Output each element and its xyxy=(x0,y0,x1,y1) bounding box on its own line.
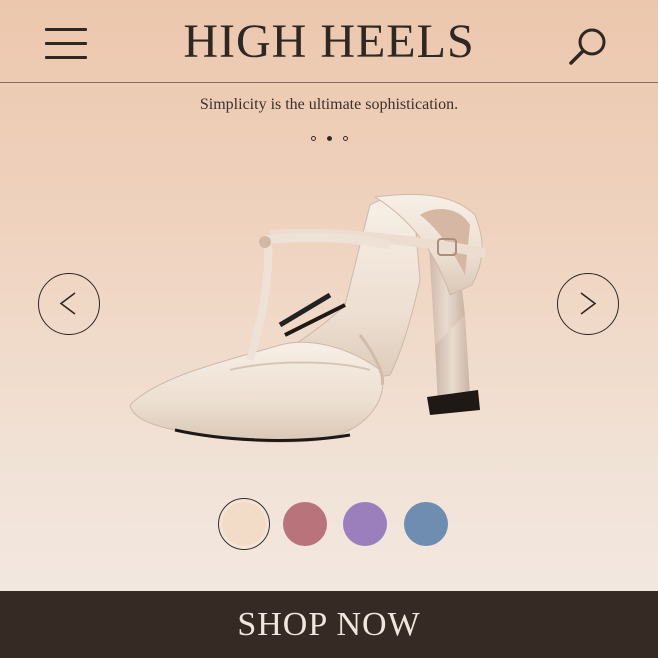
color-swatch-cream[interactable] xyxy=(222,502,266,546)
product-image-high-heels xyxy=(129,193,486,443)
app-header: HIGH HEELS xyxy=(0,0,658,83)
color-swatch-rose[interactable] xyxy=(283,502,327,546)
chevron-right-icon xyxy=(580,292,597,315)
shop-now-button[interactable]: SHOP NOW xyxy=(0,591,658,658)
tagline: Simplicity is the ultimate sophisticatio… xyxy=(199,96,459,113)
next-slide-button[interactable] xyxy=(557,273,619,335)
carousel-dot-2[interactable] xyxy=(326,136,332,141)
carousel-dot-1[interactable] xyxy=(310,136,316,141)
shop-now-label: SHOP NOW xyxy=(237,605,421,643)
previous-slide-button[interactable] xyxy=(38,273,100,335)
carousel-indicators xyxy=(0,136,658,141)
carousel-dot-3[interactable] xyxy=(342,136,348,141)
chevron-left-icon xyxy=(59,292,76,315)
search-icon[interactable] xyxy=(566,26,610,66)
color-swatch-lavender[interactable] xyxy=(343,502,387,546)
color-swatch-blue[interactable] xyxy=(404,502,448,546)
page-title: HIGH HEELS xyxy=(183,15,475,68)
